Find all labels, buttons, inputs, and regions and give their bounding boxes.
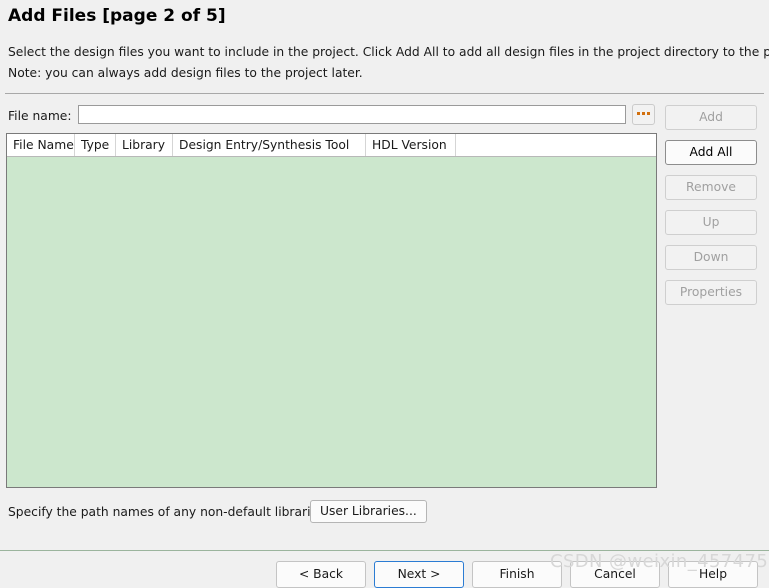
files-table-column-header[interactable]: File Name <box>7 134 75 156</box>
remove-button: Remove <box>665 175 757 200</box>
back-button[interactable]: < Back <box>276 561 366 588</box>
user-libraries-button[interactable]: User Libraries... <box>310 500 427 523</box>
next-button[interactable]: Next > <box>374 561 464 588</box>
files-table-body[interactable] <box>7 157 656 487</box>
cancel-button[interactable]: Cancel <box>570 561 660 588</box>
up-button: Up <box>665 210 757 235</box>
file-name-input[interactable] <box>78 105 626 124</box>
finish-button[interactable]: Finish <box>472 561 562 588</box>
add-all-button[interactable]: Add All <box>665 140 757 165</box>
help-button[interactable]: Help <box>668 561 758 588</box>
file-name-label: File name: <box>8 109 72 123</box>
wizard-navigation-buttons: < Back Next > Finish Cancel Help <box>276 561 758 588</box>
description-line-2: Note: you can always add design files to… <box>8 66 363 80</box>
files-table-column-header[interactable] <box>456 134 656 156</box>
files-table-column-header[interactable]: Design Entry/Synthesis Tool <box>173 134 366 156</box>
ellipsis-icon <box>637 111 650 115</box>
add-button: Add <box>665 105 757 130</box>
files-table-column-header[interactable]: Type <box>75 134 116 156</box>
footer-separator <box>0 550 769 551</box>
properties-button: Properties <box>665 280 757 305</box>
file-action-buttons: Add Add All Remove Up Down Properties <box>665 105 757 315</box>
down-button: Down <box>665 245 757 270</box>
files-table-column-header[interactable]: Library <box>116 134 173 156</box>
files-table-column-header[interactable]: HDL Version <box>366 134 456 156</box>
files-table-header: File Name Type Library Design Entry/Synthes… <box>7 134 656 157</box>
header-separator <box>5 93 764 94</box>
description-line-1: Select the design files you want to incl… <box>8 45 769 59</box>
page-title: Add Files [page 2 of 5] <box>8 6 226 26</box>
browse-files-button[interactable] <box>632 104 655 125</box>
user-libraries-description: Specify the path names of any non-defaul… <box>8 505 329 519</box>
files-table[interactable]: File Name Type Library Design Entry/Synthes… <box>6 133 657 488</box>
